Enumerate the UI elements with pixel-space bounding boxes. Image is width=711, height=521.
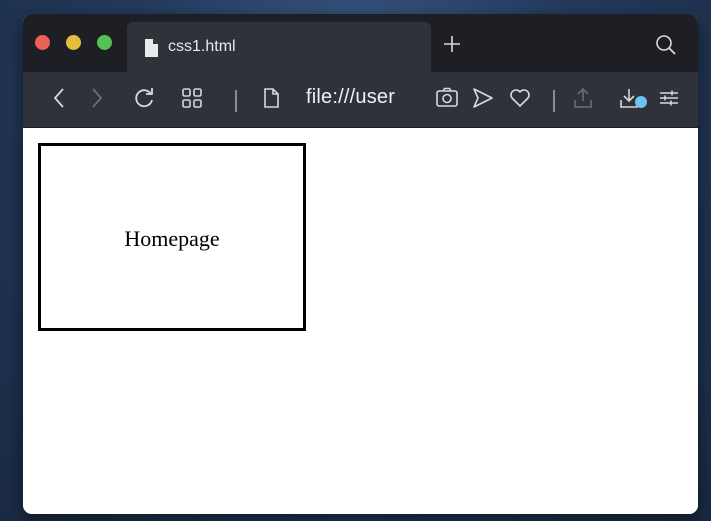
heart-icon[interactable] <box>508 86 532 110</box>
browser-window: css1.html file:///user Homepage <box>23 14 698 514</box>
toolbar-divider <box>553 90 555 112</box>
address-field[interactable]: file:///user <box>306 86 395 109</box>
search-icon[interactable] <box>655 34 677 56</box>
maximize-window-button[interactable] <box>97 35 112 50</box>
toolbar: file:///user <box>23 72 698 128</box>
homepage-box: Homepage <box>38 143 306 331</box>
send-icon[interactable] <box>471 86 495 110</box>
download-badge <box>635 96 647 108</box>
chevron-right-icon[interactable] <box>84 86 108 110</box>
chevron-left-icon[interactable] <box>48 86 72 110</box>
reload-icon[interactable] <box>132 86 156 110</box>
sliders-icon[interactable] <box>657 86 681 110</box>
homepage-label: Homepage <box>124 226 220 251</box>
toolbar-divider <box>235 90 237 112</box>
tab-title: css1.html <box>168 38 236 55</box>
close-window-button[interactable] <box>35 35 50 50</box>
minimize-window-button[interactable] <box>66 35 81 50</box>
camera-icon[interactable] <box>435 86 459 110</box>
document-icon <box>145 39 158 57</box>
tab-css1[interactable]: css1.html <box>127 22 431 72</box>
grid-icon[interactable] <box>180 86 204 110</box>
share-icon[interactable] <box>571 86 595 110</box>
page-icon[interactable] <box>259 86 283 110</box>
plus-icon[interactable] <box>442 34 462 54</box>
page-content: Homepage <box>23 128 698 514</box>
tab-bar: css1.html <box>23 14 698 72</box>
